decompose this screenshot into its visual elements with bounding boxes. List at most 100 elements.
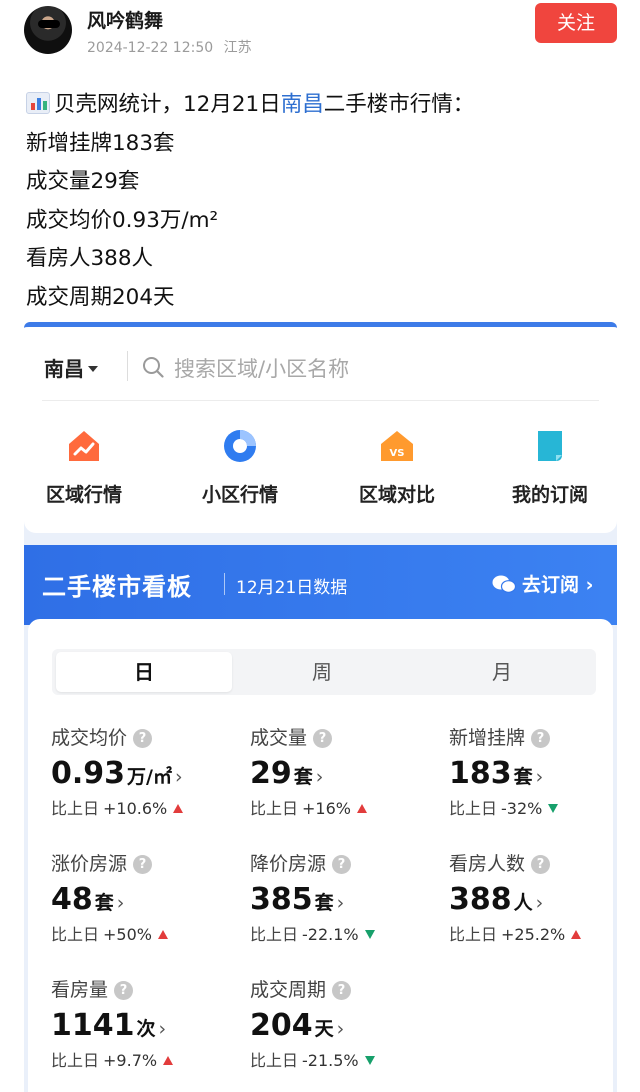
nav-label: 我的订阅 (511, 484, 588, 506)
comparison-percent: +50% (103, 925, 152, 944)
metric-unit: 天 (314, 1018, 334, 1040)
tab-month[interactable]: 月 (412, 649, 592, 695)
metric-label-text: 新增挂牌 (449, 727, 526, 749)
chevron-right-icon: › (336, 1018, 345, 1040)
comparison-percent: +16% (302, 799, 351, 818)
metric-card[interactable]: 成交周期? 204 天 › 比上日 -21.5% (250, 975, 440, 1071)
follow-button[interactable]: 关注 (535, 3, 617, 43)
trend-down-icon (364, 1056, 375, 1065)
nav-area-market[interactable]: 区域行情 (24, 427, 144, 507)
nav-my-subscriptions[interactable]: 我的订阅 (490, 427, 610, 507)
comparison-percent: -32% (501, 799, 543, 818)
chevron-down-icon (88, 366, 98, 372)
metric-comparison: 比上日 -32% (449, 795, 617, 819)
help-icon[interactable]: ? (531, 729, 551, 748)
metric-label-text: 成交量 (250, 727, 308, 749)
metric-number: 385 (250, 882, 313, 917)
metric-card[interactable]: 成交均价? 0.93 万/㎡ › 比上日 +10.6% (51, 723, 241, 819)
help-icon[interactable]: ? (133, 729, 153, 748)
metric-label: 成交量? (250, 723, 440, 750)
metric-value: 388 人 › (449, 882, 617, 917)
metric-card[interactable]: 新增挂牌? 183 套 › 比上日 -32% (449, 723, 617, 819)
vs-compare-icon: VS (381, 431, 413, 461)
metric-label: 成交均价? (51, 723, 241, 750)
metric-comparison: 比上日 -21.5% (250, 1047, 440, 1071)
metric-card[interactable]: 看房人数? 388 人 › 比上日 +25.2% (449, 849, 617, 945)
author-avatar[interactable] (24, 6, 72, 54)
metric-comparison: 比上日 +50% (51, 921, 241, 945)
metric-comparison: 比上日 +16% (250, 795, 440, 819)
post-line: 成交量29套 (26, 169, 140, 194)
subscribe-label: 去订阅 › (522, 574, 594, 596)
nav-area-compare[interactable]: VS 区域对比 (337, 427, 457, 507)
comparison-label: 比上日 (51, 1051, 100, 1070)
metric-label: 降价房源? (250, 849, 440, 876)
nav-label: 区域对比 (358, 484, 435, 506)
trend-up-icon (356, 804, 367, 813)
metric-comparison: 比上日 +9.7% (51, 1047, 241, 1071)
metric-number: 388 (449, 882, 512, 917)
metric-value: 0.93 万/㎡ › (51, 756, 241, 791)
metric-card[interactable]: 降价房源? 385 套 › 比上日 -22.1% (250, 849, 440, 945)
help-icon[interactable]: ? (114, 981, 134, 1000)
metric-label-text: 涨价房源 (51, 853, 128, 875)
pie-chart-icon (224, 430, 256, 462)
help-icon[interactable]: ? (531, 855, 551, 874)
search-input[interactable]: 搜索区域/小区名称 (174, 353, 349, 383)
metric-card[interactable]: 看房量? 1141 次 › 比上日 +9.7% (51, 975, 241, 1071)
post-line: 新增挂牌183套 (26, 130, 175, 156)
metric-value: 29 套 › (250, 756, 440, 791)
metric-label-text: 看房人数 (449, 853, 526, 875)
chevron-right-icon: › (158, 1018, 167, 1040)
chevron-right-icon: › (535, 892, 544, 914)
metric-number: 48 (51, 882, 93, 917)
post-timestamp: 2024-12-22 12:50 (87, 40, 214, 56)
metric-value: 183 套 › (449, 756, 617, 791)
help-icon[interactable]: ? (313, 729, 333, 748)
help-icon[interactable]: ? (332, 855, 352, 874)
bar-chart-icon (26, 92, 50, 114)
nav-label: 小区行情 (201, 484, 278, 506)
metric-unit: 套 (513, 766, 533, 788)
tab-day[interactable]: 日 (56, 652, 232, 692)
divider (127, 351, 128, 381)
metric-unit: 套 (314, 892, 334, 914)
metric-label: 新增挂牌? (449, 723, 617, 750)
chevron-right-icon: › (336, 892, 345, 914)
tab-week[interactable]: 周 (234, 649, 410, 695)
metric-label-text: 成交周期 (250, 979, 327, 1001)
divider (42, 400, 599, 401)
metric-card[interactable]: 成交量? 29 套 › 比上日 +16% (250, 723, 440, 819)
metric-number: 204 (250, 1008, 313, 1043)
trend-up-icon (571, 930, 582, 939)
nav-community-market[interactable]: 小区行情 (180, 427, 300, 507)
comparison-percent: +9.7% (103, 1051, 158, 1070)
author-name[interactable]: 风吟鹤舞 (87, 6, 163, 33)
city-hashtag-link[interactable]: 南昌 (281, 92, 324, 117)
comparison-percent: +10.6% (103, 799, 168, 818)
metric-card[interactable]: 涨价房源? 48 套 › 比上日 +50% (51, 849, 241, 945)
post-location: 江苏 (223, 40, 252, 56)
city-selector-label: 南昌 (44, 357, 84, 381)
metric-unit: 套 (94, 892, 114, 914)
city-selector[interactable]: 南昌 (44, 353, 98, 382)
post-line: 成交均价0.93万/m² (26, 207, 219, 233)
svg-text:VS: VS (390, 448, 405, 459)
embedded-app-screenshot: 南昌 搜索区域/小区名称 区域行情 小区行情 VS 区域对比 我的订阅 二手楼市… (24, 322, 617, 1092)
period-tabs: 日 周 月 (52, 649, 596, 695)
search-icon (143, 357, 164, 378)
post-line: 看房人388人 (26, 246, 154, 271)
comparison-label: 比上日 (449, 925, 498, 944)
chevron-right-icon: › (174, 766, 183, 788)
trend-up-icon (173, 804, 184, 813)
subscribe-button[interactable]: 去订阅 › (492, 570, 593, 597)
post-intro-suffix: 二手楼市行情： (323, 92, 475, 117)
metric-number: 1141 (51, 1008, 135, 1043)
help-icon[interactable]: ? (332, 981, 352, 1000)
chevron-right-icon: › (315, 766, 324, 788)
metric-label: 看房量? (51, 975, 241, 1002)
help-icon[interactable]: ? (133, 855, 153, 874)
metric-label: 成交周期? (250, 975, 440, 1002)
comparison-label: 比上日 (250, 1051, 299, 1070)
metric-unit: 万/㎡ (127, 766, 172, 788)
